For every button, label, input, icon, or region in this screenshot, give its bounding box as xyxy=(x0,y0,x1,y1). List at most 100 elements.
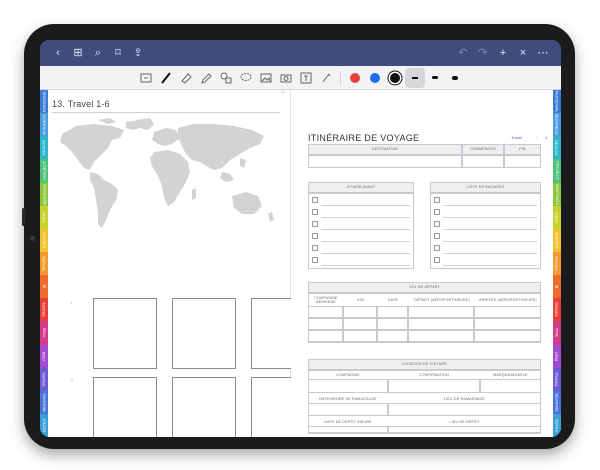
section-tab-todo[interactable]: TODO xyxy=(40,205,48,229)
destination-input[interactable] xyxy=(308,155,462,168)
add-icon[interactable]: + xyxy=(493,40,513,66)
shapes-icon[interactable] xyxy=(216,68,236,88)
todo-item-checkbox[interactable] xyxy=(312,245,318,251)
car-rental-cell[interactable] xyxy=(308,379,388,393)
packing-item-line[interactable] xyxy=(443,241,537,242)
more-icon[interactable]: ⋯ xyxy=(533,40,553,66)
flight-cell[interactable] xyxy=(408,330,474,342)
prev-page-icon[interactable]: ‹ xyxy=(536,135,537,140)
flight-cell[interactable] xyxy=(474,318,541,330)
travel-nav-link[interactable]: Travel xyxy=(511,135,522,140)
next-page-icon[interactable]: › xyxy=(554,135,555,140)
flight-cell[interactable] xyxy=(408,318,474,330)
flight-cell[interactable] xyxy=(343,318,377,330)
section-tab-ib[interactable]: IB xyxy=(40,275,48,299)
todo-item-line[interactable] xyxy=(321,229,410,230)
section-tab-meetings[interactable]: MEETINGS xyxy=(40,182,48,206)
section-tab-crm[interactable]: CRM xyxy=(553,344,561,368)
pen-icon[interactable] xyxy=(156,68,176,88)
color-swatch-blue[interactable] xyxy=(370,72,380,83)
flight-cell[interactable] xyxy=(308,306,343,318)
section-tab-travel[interactable]: TRAVEL xyxy=(553,298,561,322)
section-tab-travel[interactable]: TRAVEL xyxy=(553,367,561,391)
end-input[interactable] xyxy=(504,155,541,168)
packing-item-line[interactable] xyxy=(443,217,537,218)
image-icon[interactable] xyxy=(256,68,276,88)
flight-cell[interactable] xyxy=(377,306,408,318)
bookmark-icon[interactable]: ⌑ xyxy=(108,40,128,66)
grid-icon[interactable]: ⊞ xyxy=(68,40,88,66)
close-icon[interactable]: × xyxy=(513,40,533,66)
section-tab-project[interactable]: PROJECT xyxy=(553,159,561,183)
flight-cell[interactable] xyxy=(377,318,408,330)
section-tab-time[interactable]: TIME xyxy=(40,321,48,345)
packing-item-checkbox[interactable] xyxy=(434,233,440,239)
section-tab-time[interactable]: TIME xyxy=(553,321,561,345)
todo-item-line[interactable] xyxy=(321,253,410,254)
color-swatch-red[interactable] xyxy=(350,72,360,83)
todo-item-checkbox[interactable] xyxy=(312,209,318,215)
start-input[interactable] xyxy=(462,155,504,168)
todo-item-checkbox[interactable] xyxy=(312,233,318,239)
todo-item-line[interactable] xyxy=(321,217,410,218)
section-tab-events[interactable]: EVENTS xyxy=(553,228,561,252)
stroke-thick-button[interactable] xyxy=(445,68,465,88)
flight-cell[interactable] xyxy=(343,306,377,318)
section-tab-travel[interactable]: TRAVEL xyxy=(553,251,561,276)
section-tab-reading[interactable]: READING xyxy=(553,390,561,414)
car-rental-cell[interactable] xyxy=(308,426,388,434)
photo-box[interactable] xyxy=(172,377,236,437)
section-tab-reading[interactable]: READING xyxy=(40,390,48,414)
section-tab-todo[interactable]: TODO xyxy=(553,205,561,229)
todo-item-checkbox[interactable] xyxy=(312,197,318,203)
section-tab-health[interactable]: HEALTH xyxy=(40,136,48,160)
section-tab-meetings[interactable]: MEETINGS xyxy=(553,182,561,206)
stroke-medium-button[interactable] xyxy=(425,68,445,88)
flight-cell[interactable] xyxy=(343,330,377,342)
flight-cell[interactable] xyxy=(377,330,408,342)
packing-item-line[interactable] xyxy=(443,205,537,206)
section-tab-notes[interactable]: NOTES xyxy=(553,413,561,437)
pointer-icon[interactable] xyxy=(316,68,336,88)
section-tab-business[interactable]: BUSINESS xyxy=(553,113,561,137)
text-icon[interactable] xyxy=(296,68,316,88)
flight-cell[interactable] xyxy=(474,306,541,318)
photo-box[interactable] xyxy=(93,377,157,437)
section-tab-notes[interactable]: NOTES xyxy=(40,413,48,437)
packing-item-checkbox[interactable] xyxy=(434,245,440,251)
section-tab-personal[interactable]: PERSONAL xyxy=(553,90,561,114)
car-rental-cell[interactable] xyxy=(308,403,388,416)
eraser-icon[interactable] xyxy=(176,68,196,88)
photo-box[interactable] xyxy=(93,298,157,369)
section-tab-ib[interactable]: IB xyxy=(553,275,561,299)
todo-item-line[interactable] xyxy=(321,265,410,266)
section-tab-business[interactable]: BUSINESS xyxy=(40,113,48,137)
todo-item-checkbox[interactable] xyxy=(312,257,318,263)
share-icon[interactable]: ⇪ xyxy=(128,40,148,66)
todo-item-checkbox[interactable] xyxy=(312,221,318,227)
section-tab-travel[interactable]: TRAVEL xyxy=(40,367,48,391)
packing-item-line[interactable] xyxy=(443,265,537,266)
todo-item-line[interactable] xyxy=(321,205,410,206)
flight-cell[interactable] xyxy=(308,318,343,330)
car-rental-cell[interactable] xyxy=(480,379,541,393)
search-icon[interactable]: ⌕ xyxy=(88,40,108,66)
packing-item-line[interactable] xyxy=(443,253,537,254)
packing-item-checkbox[interactable] xyxy=(434,209,440,215)
undo-icon[interactable]: ↶ xyxy=(453,40,473,66)
todo-item-line[interactable] xyxy=(321,241,410,242)
camera-icon[interactable] xyxy=(276,68,296,88)
flight-cell[interactable] xyxy=(408,306,474,318)
packing-item-checkbox[interactable] xyxy=(434,197,440,203)
packing-item-line[interactable] xyxy=(443,229,537,230)
chevron-left-icon[interactable]: ‹ xyxy=(48,40,68,66)
section-tab-personal[interactable]: PERSONAL xyxy=(40,90,48,114)
car-rental-cell[interactable] xyxy=(388,403,541,416)
car-rental-cell[interactable] xyxy=(388,426,541,434)
stroke-thin-button[interactable] xyxy=(405,67,425,88)
flight-cell[interactable] xyxy=(308,330,343,342)
section-tab-project[interactable]: PROJECT xyxy=(40,159,48,183)
section-tab-crm[interactable]: CRM xyxy=(40,344,48,368)
packing-item-checkbox[interactable] xyxy=(434,257,440,263)
section-tab-travel[interactable]: TRAVEL xyxy=(40,251,48,276)
